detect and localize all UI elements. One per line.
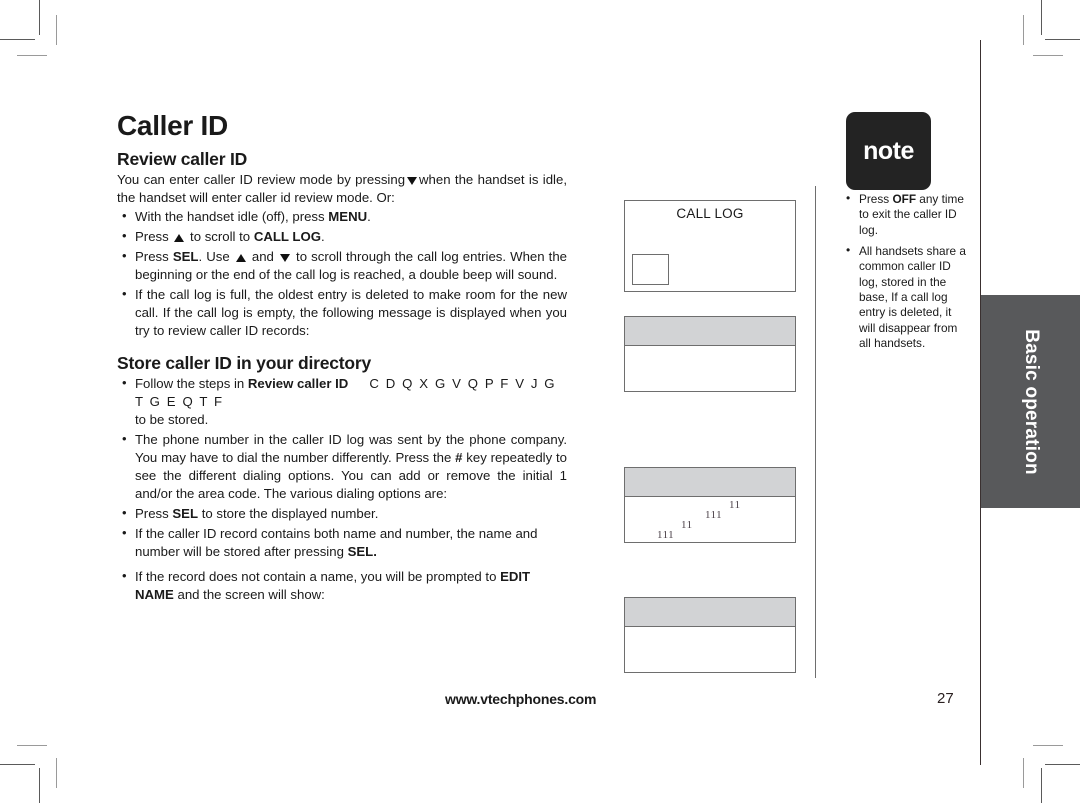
- bullet-name-and-number: If the caller ID record contains both na…: [117, 524, 567, 561]
- bullet-edit-name: If the record does not contain a name, y…: [117, 567, 567, 604]
- section-heading-store-caller-id: Store caller ID in your directory: [117, 352, 372, 373]
- crop-mark-br-v1: [1041, 768, 1042, 803]
- crop-mark-bl-v1: [39, 768, 40, 803]
- crop-mark-tr-h2: [1033, 55, 1063, 56]
- screen-empty-2-header-bar: [625, 598, 795, 627]
- bullet-editname-text-1: If the record does not contain a name, y…: [135, 568, 501, 584]
- screen-digits-header-bar: [625, 468, 795, 497]
- bullet-sel-text-1: Press: [135, 249, 173, 265]
- bullet-menu-text-1: With the handset idle (off), press: [135, 209, 329, 225]
- section-heading-review-caller-id: Review caller ID: [117, 149, 248, 169]
- crop-mark-tl-h2: [17, 55, 47, 56]
- crop-mark-tr-v2: [1023, 15, 1024, 45]
- bullet-follow-text-1: Follow the steps in: [135, 376, 248, 392]
- menu-label-call-log: CALL LOG: [253, 229, 321, 245]
- crop-mark-br-h1: [1045, 764, 1080, 765]
- side-tab-basic-operation: Basic operation: [981, 295, 1080, 508]
- crop-mark-tl-v2: [56, 15, 57, 45]
- screen-empty-1-header-bar: [625, 317, 795, 346]
- screen-digit-2: 111: [705, 509, 723, 521]
- bullet-follow-steps: Follow the steps in Review caller ID C D…: [117, 374, 567, 429]
- note-badge-label: note: [863, 137, 914, 165]
- key-label-sel: SEL: [172, 249, 199, 265]
- bullet-scroll-text-2: to scroll to: [186, 229, 254, 245]
- key-label-sel: SEL.: [347, 543, 377, 559]
- column-divider-rule: [815, 186, 816, 678]
- screen-empty-2: [624, 597, 796, 673]
- screen-digit-4: 111: [657, 529, 675, 541]
- up-arrow-icon: [235, 254, 246, 263]
- screen-digit-1: 11: [729, 499, 741, 511]
- note-press-off: Press OFF any time to exit the caller ID…: [843, 191, 971, 238]
- screen-call-log-cursor-box: [632, 254, 669, 285]
- bullet-sel-text-3: and: [247, 249, 278, 265]
- bullet-press-sel-store: Press SEL to store the displayed number.: [117, 504, 567, 523]
- bullet-log-full: If the call log is full, the oldest entr…: [117, 285, 567, 340]
- crop-mark-br-h2: [1033, 745, 1063, 746]
- ref-review-caller-id: Review caller ID: [247, 376, 349, 392]
- bullet-sel-text-2: . Use: [198, 249, 234, 265]
- page-title: Caller ID: [117, 110, 228, 141]
- note-shared-log: All handsets share a common caller ID lo…: [843, 243, 971, 351]
- crop-mark-br-v2: [1023, 758, 1024, 788]
- side-tab-label: Basic operation: [1020, 328, 1042, 475]
- down-arrow-icon: [407, 177, 418, 186]
- page-number: 27: [937, 690, 954, 707]
- crop-mark-tr-v1: [1041, 0, 1042, 35]
- bullet-store-text-2: to store the displayed number.: [198, 505, 379, 521]
- crop-mark-bl-h2: [17, 745, 47, 746]
- bullet-editname-text-2: and the screen will show:: [173, 586, 325, 602]
- screen-call-log: CALL LOG: [624, 200, 796, 292]
- screen-empty-1-body: [625, 346, 795, 391]
- up-arrow-icon: [174, 234, 185, 243]
- note-badge: note: [846, 112, 931, 190]
- key-label-sel: SEL: [172, 505, 199, 521]
- down-arrow-icon: [279, 254, 290, 263]
- crop-mark-tl-v1: [39, 0, 40, 35]
- review-intro-text-a: You can enter caller ID review mode by p…: [117, 172, 406, 188]
- store-caller-id-bullet-list: Follow the steps in Review caller ID C D…: [117, 374, 567, 604]
- note-list: Press OFF any time to exit the caller ID…: [843, 191, 971, 357]
- main-content-column: Caller ID Review caller ID You can enter…: [117, 112, 567, 603]
- key-label-menu: MENU: [328, 209, 368, 225]
- key-label-off: OFF: [892, 192, 917, 206]
- screen-digits: 11 111 11 111: [624, 467, 796, 543]
- bullet-nameno-text-1: If the caller ID record contains both na…: [135, 525, 538, 559]
- bullet-scroll-text-3: .: [320, 229, 325, 245]
- bullet-scroll-text-1: Press: [135, 229, 173, 245]
- bullet-menu: With the handset idle (off), press MENU.: [117, 207, 567, 226]
- review-intro-paragraph: You can enter caller ID review mode by p…: [117, 171, 567, 206]
- bullet-sel-scroll: Press SEL. Use and to scroll through the…: [117, 247, 567, 284]
- screen-digit-3: 11: [681, 519, 693, 531]
- bullet-menu-text-2: .: [367, 209, 371, 225]
- screen-digits-body: 11 111 11 111: [625, 497, 795, 542]
- footer-website-url: www.vtechphones.com: [445, 691, 597, 707]
- screen-empty-1: [624, 316, 796, 392]
- crop-mark-tl-h1: [0, 39, 35, 40]
- bullet-follow-text-2: to be stored.: [135, 411, 209, 427]
- bullet-store-text-1: Press: [135, 505, 173, 521]
- screen-call-log-title: CALL LOG: [676, 206, 744, 221]
- note-off-text-1: Press: [859, 192, 893, 206]
- crop-mark-tr-h1: [1045, 39, 1080, 40]
- crop-mark-bl-h1: [0, 764, 35, 765]
- screen-empty-2-body: [625, 627, 795, 672]
- review-caller-id-bullet-list: With the handset idle (off), press MENU.…: [117, 207, 567, 340]
- bullet-phone-number: The phone number in the caller ID log wa…: [117, 430, 567, 503]
- bullet-scroll-calllog: Press to scroll to CALL LOG.: [117, 227, 567, 246]
- crop-mark-bl-v2: [56, 758, 57, 788]
